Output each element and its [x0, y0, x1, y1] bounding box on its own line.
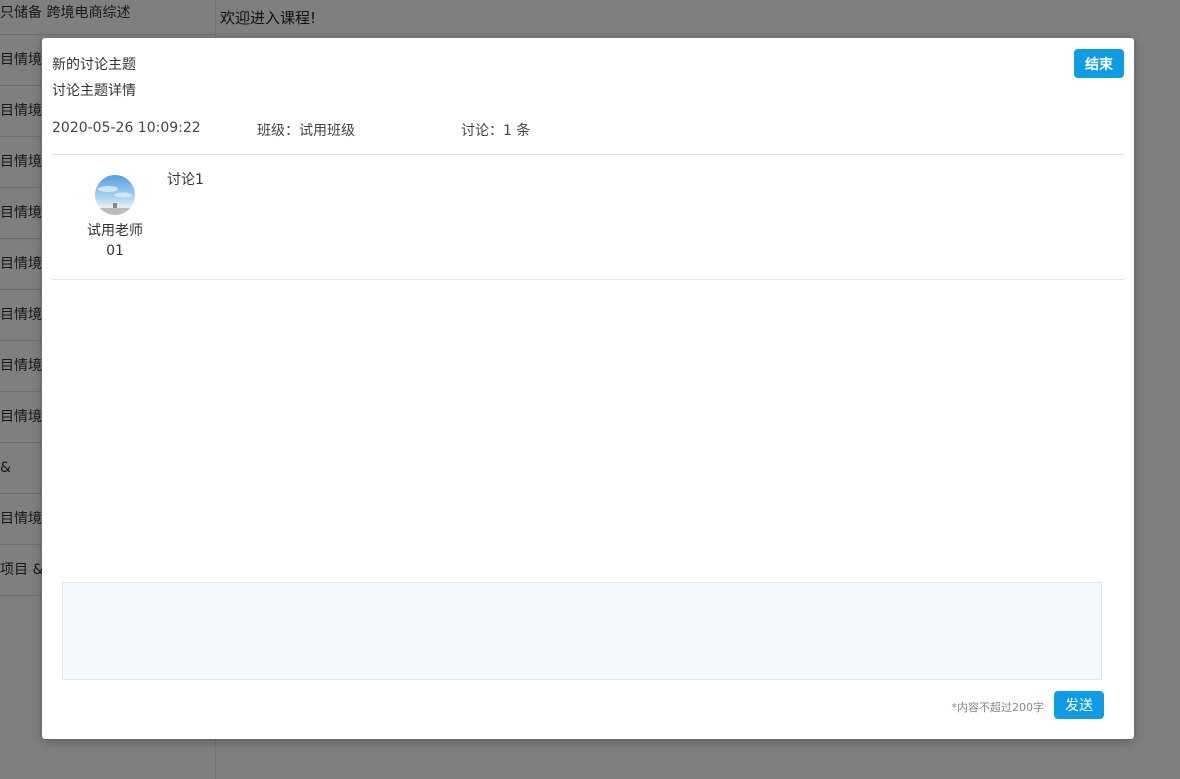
- discussion-modal: 新的讨论主题 讨论主题详情 结束 2020-05-26 10:09:22 班级：…: [42, 38, 1134, 739]
- post-author: 试用老师01: [87, 223, 143, 259]
- send-button[interactable]: 发送: [1054, 691, 1104, 719]
- discussion-post: 试用老师01 讨论1: [52, 155, 1124, 279]
- end-button[interactable]: 结束: [1074, 49, 1124, 78]
- divider: [52, 279, 1124, 280]
- topic-date: 2020-05-26 10:09:22: [52, 120, 201, 136]
- topic-title: 新的讨论主题: [52, 57, 136, 73]
- sky-avatar-icon: [95, 175, 135, 215]
- avatar: [95, 175, 135, 215]
- class-label: 班级：试用班级: [257, 123, 355, 139]
- reply-input[interactable]: [62, 582, 1102, 680]
- discussion-count: 讨论：1 条: [461, 123, 531, 139]
- topic-detail: 讨论主题详情: [52, 83, 136, 99]
- post-content: 讨论1: [167, 172, 204, 188]
- reply-hint: *内容不超过200字: [951, 701, 1045, 714]
